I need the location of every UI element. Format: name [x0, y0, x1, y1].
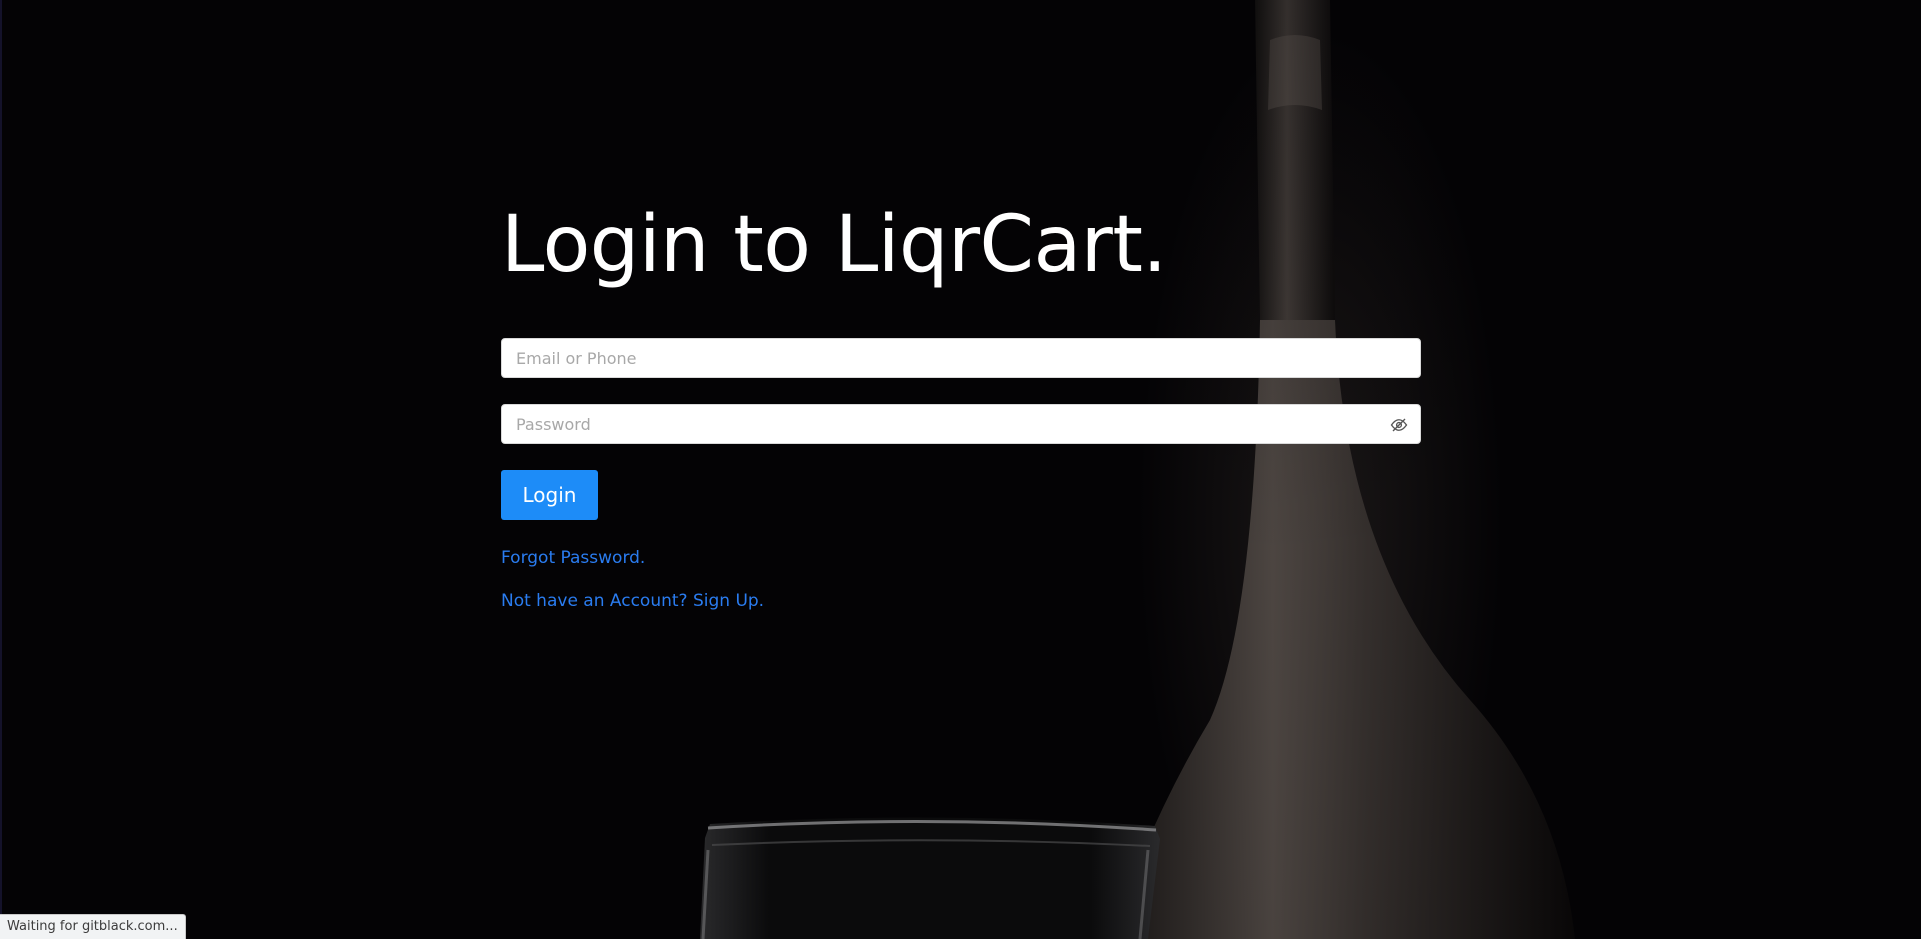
password-field[interactable] [501, 404, 1421, 444]
email-field[interactable] [501, 338, 1421, 378]
page-title: Login to LiqrCart. [501, 200, 1167, 290]
forgot-password-link[interactable]: Forgot Password. [501, 547, 1421, 569]
email-input[interactable] [502, 339, 1420, 377]
login-button[interactable]: Login [501, 470, 598, 520]
browser-status-bar: Waiting for gitblack.com... [0, 914, 186, 939]
password-input[interactable] [502, 405, 1420, 443]
eye-slash-icon[interactable] [1390, 416, 1408, 434]
login-form-container: Login to LiqrCart. Login Forgot Password… [501, 190, 1421, 612]
login-page: Login to LiqrCart. Login Forgot Password… [0, 0, 1921, 939]
sign-up-link[interactable]: Not have an Account? Sign Up. [501, 590, 1421, 612]
window-edge [0, 0, 2, 939]
